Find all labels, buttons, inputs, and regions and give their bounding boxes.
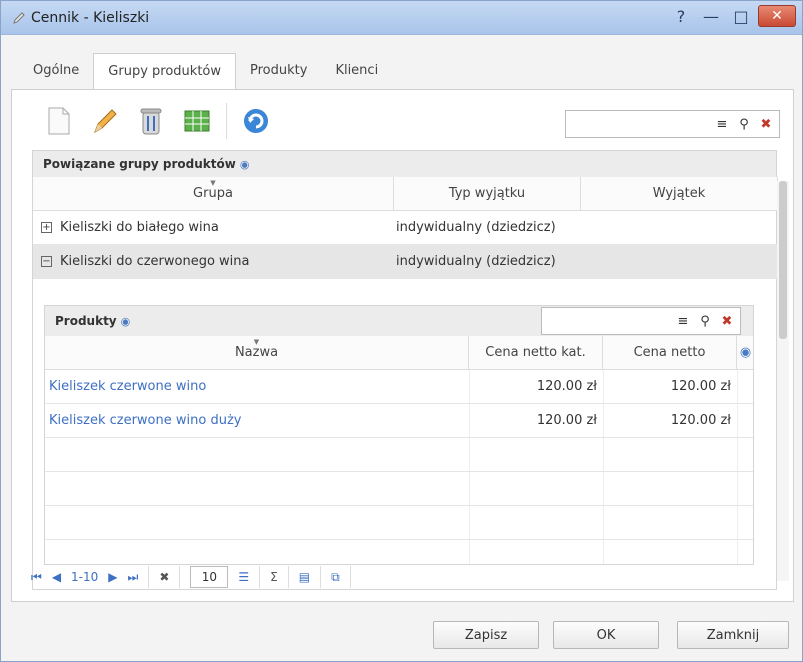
tab-panel: ≡ ⚲ ✖ Powiązane grupy produktów ◉ ▼ Grupa… <box>11 89 794 602</box>
pager: ⏮ ◀ 1-10 ▶ ⏭ ✖ 10 ☰ Σ ▤ ⧉ <box>31 565 351 589</box>
title-bar[interactable]: Cennik - Kieliszki ? — □ ✕ <box>1 1 802 35</box>
close-button[interactable]: Zamknij <box>677 621 789 649</box>
column-header-info[interactable]: ◉ <box>737 336 753 370</box>
maximize-icon[interactable]: □ <box>728 5 754 27</box>
column-settings-icon[interactable]: ▤ <box>299 570 310 584</box>
products-subgrid: Produkty ◉ ≡ ⚲ ✖ ▼ Nazwa Cena netto kat. <box>44 305 754 565</box>
info-icon[interactable]: ◉ <box>121 315 131 328</box>
tab-general[interactable]: Ogólne <box>19 53 93 89</box>
export-icon[interactable]: ⧉ <box>331 570 340 585</box>
product-groups-grid: Powiązane grupy produktów ◉ ▼ Grupa Typ w… <box>32 150 778 590</box>
table-row[interactable]: − Kieliszki do czerwonego wina indywidual… <box>33 245 778 279</box>
table-row <box>45 506 753 540</box>
search-actions: ≡ ⚲ ✖ <box>674 312 736 330</box>
table-row[interactable]: + Kieliszki do białego wina indywidualny … <box>33 211 778 245</box>
pencil-icon <box>13 12 25 24</box>
column-header-group[interactable]: ▼ Grupa <box>33 177 394 211</box>
group-search-input[interactable]: ≡ ⚲ ✖ <box>565 110 780 138</box>
last-page-icon[interactable]: ⏭ <box>128 570 139 585</box>
info-icon[interactable]: ◉ <box>240 158 250 171</box>
filter-options-icon[interactable]: ≡ <box>674 312 692 330</box>
table-row <box>45 472 753 506</box>
page-size-input[interactable]: 10 <box>190 566 229 588</box>
save-button[interactable]: Zapisz <box>433 621 539 649</box>
search-icon[interactable]: ⚲ <box>735 115 753 133</box>
ok-button[interactable]: OK <box>553 621 659 649</box>
settings-tools-icon[interactable]: ✖ <box>159 570 169 584</box>
scrollbar-thumb[interactable] <box>779 181 787 339</box>
table-row <box>45 438 753 472</box>
edit-pencil-icon[interactable] <box>88 104 122 138</box>
sum-icon[interactable]: Σ <box>270 570 278 584</box>
column-header-exception-type[interactable]: Typ wyjątku <box>394 177 581 211</box>
panel-header: Powiązane grupy produktów ◉ <box>33 151 776 177</box>
sort-arrow-icon: ▼ <box>210 179 216 187</box>
tab-bar: Ogólne Grupy produktów Produkty Klienci <box>19 53 392 90</box>
collapse-icon[interactable]: − <box>41 256 52 267</box>
window-title: Cennik - Kieliszki <box>31 10 150 26</box>
subpanel-title: Produkty <box>55 314 117 328</box>
info-icon: ◉ <box>739 345 752 360</box>
product-search-input[interactable]: ≡ ⚲ ✖ <box>541 307 741 335</box>
close-icon[interactable]: ✕ <box>758 5 796 27</box>
refresh-icon[interactable] <box>239 104 273 138</box>
filter-options-icon[interactable]: ≡ <box>713 115 731 133</box>
toolbar-separator <box>226 103 227 139</box>
expand-icon[interactable]: + <box>41 222 52 233</box>
clear-icon[interactable]: ✖ <box>757 115 775 133</box>
page-size-apply-icon[interactable]: ☰ <box>238 570 249 584</box>
tab-product-groups[interactable]: Grupy produktów <box>93 53 236 90</box>
sort-arrow-icon: ▼ <box>253 338 260 346</box>
panel-title: Powiązane grupy produktów <box>43 157 236 171</box>
column-header-net-price[interactable]: Cena netto <box>603 336 737 370</box>
clear-icon[interactable]: ✖ <box>718 312 736 330</box>
table-row[interactable]: Kieliszek czerwone wino 120.00 zł 120.00… <box>45 370 753 404</box>
help-icon[interactable]: ? <box>668 5 694 27</box>
column-header-name[interactable]: ▼ Nazwa <box>45 336 469 370</box>
tab-clients[interactable]: Klienci <box>321 53 392 89</box>
previous-page-icon[interactable]: ◀ <box>52 570 61 584</box>
columns-grid-icon[interactable] <box>180 104 214 138</box>
price-list-window: Cennik - Kieliszki ? — □ ✕ Ogólne Grupy … <box>0 0 803 662</box>
column-header-exception[interactable]: Wyjątek <box>581 177 778 211</box>
minimize-icon[interactable]: — <box>698 5 724 27</box>
new-document-icon[interactable] <box>42 104 76 138</box>
table-row[interactable]: Kieliszek czerwone wino duży 120.00 zł 1… <box>45 404 753 438</box>
scrollbar[interactable] <box>777 181 789 581</box>
next-page-icon[interactable]: ▶ <box>108 570 117 584</box>
page-range: 1-10 <box>71 570 99 584</box>
first-page-icon[interactable]: ⏮ <box>31 570 42 585</box>
trash-icon[interactable] <box>134 104 168 138</box>
column-header-catalog-price[interactable]: Cena netto kat. <box>469 336 603 370</box>
window-controls: ? — □ ✕ <box>668 5 796 27</box>
tab-products[interactable]: Produkty <box>236 53 321 89</box>
toolbar <box>42 98 273 144</box>
search-icon[interactable]: ⚲ <box>696 312 714 330</box>
search-actions: ≡ ⚲ ✖ <box>713 115 775 133</box>
